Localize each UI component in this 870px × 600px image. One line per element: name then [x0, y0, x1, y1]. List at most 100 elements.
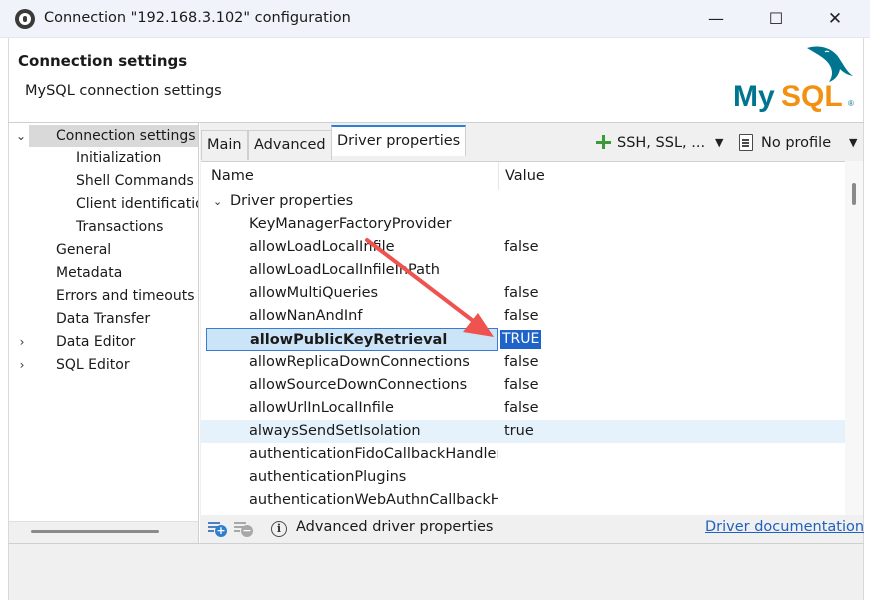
tree-item-client-identification[interactable]: Client identification — [76, 193, 199, 215]
info-icon: i — [271, 521, 287, 537]
tree-item-label: Data Transfer — [56, 311, 151, 327]
property-value[interactable]: false — [504, 305, 844, 328]
tree-horizontal-scrollbar[interactable] — [9, 521, 198, 543]
tree-item-errors-and-timeouts[interactable]: Errors and timeouts — [56, 285, 195, 307]
tree-item-label: Client identification — [76, 196, 199, 212]
tab-driver-properties[interactable]: Driver properties — [331, 125, 467, 156]
table-row[interactable]: allowUrlInLocalInfile false — [201, 397, 845, 420]
table-row[interactable]: allowLoadLocalInfile false — [201, 236, 845, 259]
tree-item-label: Errors and timeouts — [56, 288, 195, 304]
remove-property-icon[interactable] — [234, 520, 253, 538]
table-row[interactable]: allowSourceDownConnections false — [201, 374, 845, 397]
property-value[interactable]: false — [504, 236, 844, 259]
scrollbar-thumb[interactable] — [852, 183, 856, 205]
tab-main[interactable]: Main — [201, 130, 248, 160]
property-name: authenticationPlugins — [249, 469, 407, 485]
tree-item-label: Connection settings — [56, 128, 196, 144]
table-group-row[interactable]: ⌄ Driver properties — [201, 190, 845, 213]
property-value[interactable] — [504, 443, 844, 466]
tree-item-label: General — [56, 242, 112, 258]
table-row[interactable]: KeyManagerFactoryProvider — [201, 213, 845, 236]
property-name: KeyManagerFactoryProvider — [249, 216, 452, 232]
close-button[interactable]: ✕ — [812, 0, 858, 38]
column-divider[interactable] — [498, 162, 499, 190]
property-value[interactable]: false — [504, 282, 844, 305]
chevron-down-icon[interactable]: ⌄ — [213, 190, 222, 213]
app-icon — [15, 9, 35, 29]
logo-text-sql: SQL — [781, 80, 843, 113]
driver-properties-panel: Main Advanced Driver properties SSH, SSL… — [200, 123, 864, 543]
table-row-hover[interactable]: alwaysSendSetIsolation true — [201, 420, 845, 443]
property-value[interactable] — [504, 213, 844, 236]
tree-item-shell-commands[interactable]: Shell Commands — [76, 170, 194, 192]
table-row[interactable]: authenticationFidoCallbackHandler — [201, 443, 845, 466]
tree-item-connection-settings[interactable]: Connection settings — [29, 125, 198, 147]
table-row[interactable]: allowLoadLocalInfileInPath — [201, 259, 845, 282]
property-name: allowPublicKeyRetrieval — [206, 328, 498, 351]
property-value[interactable]: true — [504, 420, 844, 443]
tree-item-general[interactable]: General — [56, 239, 111, 261]
tab-advanced[interactable]: Advanced — [248, 130, 332, 160]
property-value[interactable]: false — [504, 397, 844, 420]
maximize-button[interactable]: ☐ — [753, 0, 799, 38]
table-row[interactable]: allowMultiQueries false — [201, 282, 845, 305]
add-property-icon[interactable] — [208, 520, 227, 538]
title-bar: Connection "192.168.3.102" configuration… — [0, 0, 870, 38]
dialog-footer — [8, 543, 864, 600]
scrollbar-thumb[interactable] — [31, 530, 159, 533]
driver-documentation-link[interactable]: Driver documentation — [705, 519, 864, 535]
tree-item-label: Shell Commands — [76, 173, 194, 189]
property-value[interactable] — [504, 259, 844, 282]
property-name: allowUrlInLocalInfile — [249, 400, 394, 416]
column-header-value[interactable]: Value — [505, 162, 545, 190]
properties-table: Name Value ⌄ Driver properties KeyManage… — [201, 161, 845, 515]
info-text: Advanced driver properties — [296, 519, 494, 535]
property-value[interactable] — [504, 489, 844, 512]
property-value[interactable] — [504, 466, 844, 489]
table-vertical-scrollbar[interactable] — [845, 161, 863, 515]
table-row[interactable]: allowReplicaDownConnections false — [201, 351, 845, 374]
logo-text-my: My — [733, 80, 775, 113]
property-name: allowLoadLocalInfile — [249, 239, 395, 255]
property-name: authenticationWebAuthnCallbackHandler — [249, 492, 498, 508]
logo-registered-mark: ® — [848, 99, 854, 108]
tree-item-data-editor[interactable]: Data Editor — [56, 331, 135, 353]
chevron-down-icon[interactable]: ▼ — [849, 131, 857, 155]
table-row-selected[interactable]: allowPublicKeyRetrieval TRUE ▼ — [201, 328, 845, 351]
tree-item-metadata[interactable]: Metadata — [56, 262, 122, 284]
property-value[interactable]: false — [504, 351, 844, 374]
network-config-button[interactable]: SSH, SSL, ... — [617, 131, 705, 155]
group-label: Driver properties — [230, 193, 354, 209]
tree-item-label: Metadata — [56, 265, 123, 281]
property-name: allowLoadLocalInfileInPath — [249, 262, 440, 278]
tree-item-transactions[interactable]: Transactions — [76, 216, 163, 238]
plus-icon[interactable] — [595, 134, 611, 150]
property-name: allowSourceDownConnections — [249, 377, 468, 393]
tree-item-label: Data Editor — [56, 334, 136, 350]
property-value-editor[interactable]: TRUE ▼ — [499, 329, 839, 350]
column-header-name[interactable]: Name — [211, 162, 254, 190]
properties-footer: i Advanced driver properties Driver docu… — [201, 515, 864, 543]
page-title: Connection settings — [18, 52, 188, 70]
chevron-down-icon[interactable]: ▼ — [715, 131, 723, 155]
chevron-right-icon[interactable]: › — [15, 354, 29, 376]
table-row[interactable]: authenticationPlugins — [201, 466, 845, 489]
dolphin-mark — [807, 46, 853, 82]
profile-selector[interactable]: No profile — [761, 131, 831, 155]
property-value-selected-text[interactable]: TRUE — [500, 330, 542, 349]
page-subtitle: MySQL connection settings — [25, 83, 222, 99]
tree-item-data-transfer[interactable]: Data Transfer — [56, 308, 150, 330]
chevron-down-icon[interactable]: ⌄ — [14, 129, 28, 143]
table-row[interactable]: authenticationWebAuthnCallbackHandler — [201, 489, 845, 512]
tree-item-label: SQL Editor — [56, 357, 130, 373]
document-icon[interactable] — [739, 134, 753, 151]
tree-item-label: Transactions — [76, 219, 164, 235]
tree-item-sql-editor[interactable]: SQL Editor — [56, 354, 130, 376]
minimize-button[interactable]: — — [693, 0, 739, 38]
mysql-logo: My SQL ® — [733, 46, 854, 113]
chevron-right-icon[interactable]: › — [15, 331, 29, 353]
property-name: authenticationFidoCallbackHandler — [249, 446, 498, 462]
table-row[interactable]: allowNanAndInf false — [201, 305, 845, 328]
tree-item-initialization[interactable]: Initialization — [76, 147, 161, 169]
property-value[interactable]: false — [504, 374, 844, 397]
